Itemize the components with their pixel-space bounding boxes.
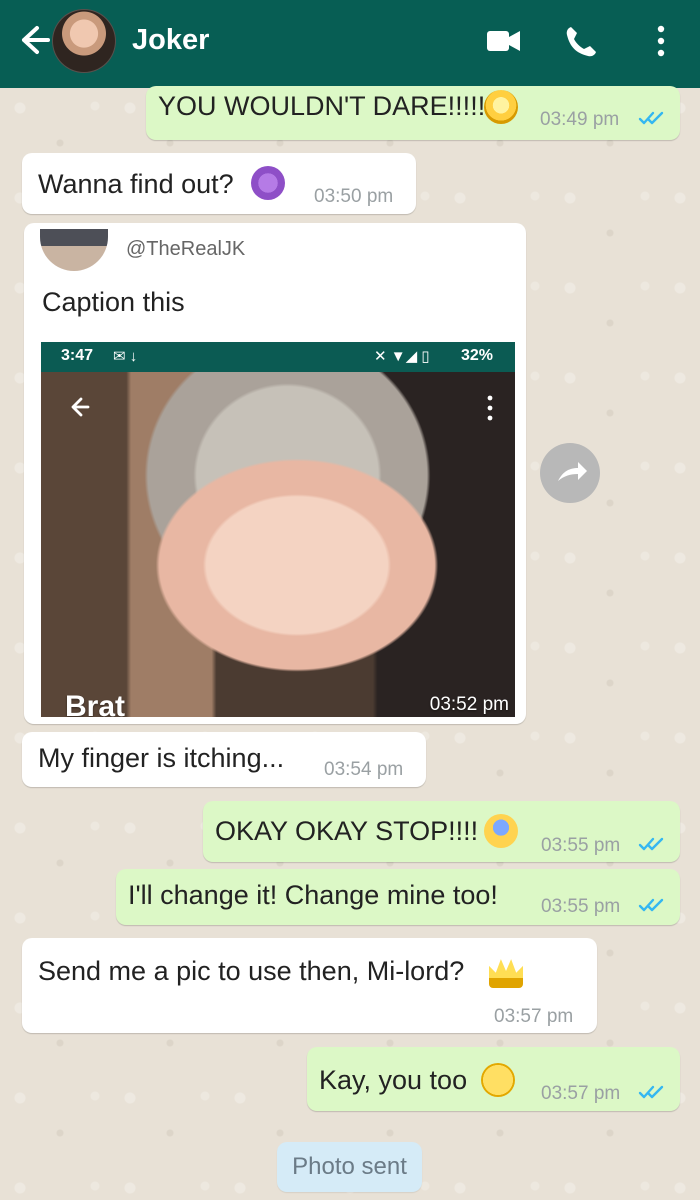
outgoing-message[interactable]: OKAY OKAY STOP!!!! 03:55 pm [203,801,680,862]
message-time: 03:55 pm [541,896,621,917]
scream-face-icon [484,90,518,124]
contact-name[interactable]: Joker [132,22,209,58]
battery-percentage: 32% [460,347,493,364]
message-text: OKAY OKAY STOP!!!! [215,816,479,846]
shared-screenshot[interactable]: 3:47 ✉ ↓ ✕ ▼◢ ▯ 32% Brat 03:52 pm [41,342,515,717]
message-time: 03:52 pm [429,694,509,715]
anxious-face-icon [484,814,518,848]
photo-content [41,372,515,717]
message-text: Wanna find out? [38,169,234,199]
incoming-message[interactable]: Wanna find out? 03:50 pm [22,153,416,214]
status-bar-right-icons: ✕ ▼◢ ▯ [374,348,430,365]
message-text: Kay, you too [319,1065,468,1095]
crown-icon [489,959,523,988]
back-arrow-icon [71,397,90,417]
message-text: I'll change it! Change mine too! [128,880,498,910]
message-time: 03:55 pm [541,835,621,856]
phone-call-icon[interactable] [560,20,602,62]
photo-label: Brat [65,690,126,717]
message-text: Send me a pic to use then, Mi-lord? [38,956,465,986]
photo-sent-label: Photo sent [277,1142,422,1192]
outgoing-message[interactable]: Kay, you too 03:57 pm [307,1047,680,1111]
video-call-icon[interactable] [482,20,524,62]
status-bar: 3:47 ✉ ↓ ✕ ▼◢ ▯ 32% [41,342,515,372]
message-text: YOU WOULDN'T DARE!!!!! [158,91,486,121]
incoming-message[interactable]: My finger is itching... 03:54 pm [22,732,426,787]
tweet-handle: @TheRealJK [126,238,246,260]
more-options-icon[interactable] [640,20,682,62]
message-time: 03:50 pm [314,186,394,207]
eye-roll-face-icon [481,1063,515,1097]
back-arrow-icon[interactable] [12,20,52,60]
chat-header: Joker [0,0,700,88]
message-time: 03:57 pm [494,1006,574,1027]
more-options-icon [487,395,493,421]
incoming-photo-message[interactable]: @TheRealJK Caption this 3:47 ✉ ↓ ✕ ▼◢ ▯ … [24,223,526,724]
smiling-devil-icon [251,166,285,200]
double-blue-tick-icon [638,837,664,851]
message-text: My finger is itching... [38,743,285,773]
double-blue-tick-icon [638,111,664,125]
double-blue-tick-icon [638,898,664,912]
double-blue-tick-icon [638,1085,664,1099]
status-bar-time: 3:47 [61,347,94,364]
contact-avatar[interactable] [52,9,116,73]
tweet-avatar [40,229,108,271]
forward-icon [558,462,587,481]
message-time: 03:49 pm [540,109,620,130]
tweet-caption: Caption this [42,287,185,317]
incoming-message[interactable]: Send me a pic to use then, Mi-lord? 03:5… [22,938,597,1033]
outgoing-message[interactable]: I'll change it! Change mine too! 03:55 p… [116,869,680,925]
message-time: 03:54 pm [324,759,404,780]
status-bar-left-icons: ✉ ↓ [113,348,138,365]
message-time: 03:57 pm [541,1083,621,1104]
outgoing-message[interactable]: YOU WOULDN'T DARE!!!!! 03:49 pm [146,86,680,140]
forward-button[interactable] [540,443,600,503]
